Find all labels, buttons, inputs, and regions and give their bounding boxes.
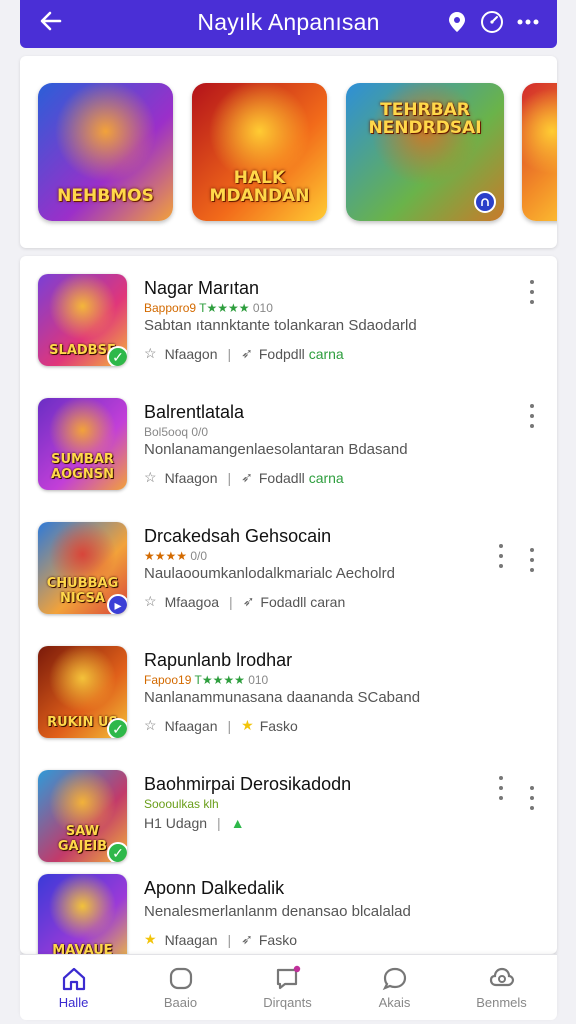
item-menu-icon[interactable] xyxy=(527,404,537,428)
app-icon: SLADBSE ✓ xyxy=(38,274,127,366)
square-icon xyxy=(169,967,193,990)
featured-game-label: HALK MDANDAN xyxy=(209,168,310,206)
nav-item-dirqants[interactable]: Dirqants xyxy=(234,955,341,1021)
item-menu-icon[interactable] xyxy=(527,786,537,810)
app-icon: SAW GAJEIB ✓ xyxy=(38,770,127,862)
clock-icon[interactable] xyxy=(480,10,504,34)
app-description: Nanlanammunasana daananda SCaband xyxy=(144,689,421,706)
nav-item-akais[interactable]: Akais xyxy=(341,955,448,1021)
app-bar: Nayılk Anpanısan xyxy=(20,0,557,48)
app-footer: ☆ Nfaagon | ➶ Fodadll carna xyxy=(144,469,344,486)
check-badge-icon: ✓ xyxy=(107,718,127,738)
app-footer: ★ Nfaagan | ➶ Fasko xyxy=(144,931,297,948)
thumb-icon[interactable]: ➶ xyxy=(243,593,255,610)
featured-game-label: NEHBMOS xyxy=(57,186,154,206)
more-options-icon[interactable] xyxy=(516,10,540,34)
app-name: Nagar Marıtan xyxy=(144,278,260,298)
item-menu-icon[interactable] xyxy=(527,280,537,304)
app-footer: ☆ Nfaagan | ★ Fasko xyxy=(144,717,298,734)
featured-game-tile[interactable]: TEHRBAR NENDRDSAI xyxy=(346,83,504,221)
app-name: Rapunlanb lrodhar xyxy=(144,650,293,670)
info-badge-icon xyxy=(474,191,496,213)
bubble-icon xyxy=(382,967,407,991)
app-name: Drcakedsah Gehsocain xyxy=(144,526,332,546)
app-list: SLADBSE ✓ Nagar Marıtan Bapporo9 T★★★★ 0… xyxy=(20,256,557,954)
app-icon: RUKIN US ✓ xyxy=(38,646,127,738)
list-item[interactable]: CHUBBAG NICSA ▸ Drcakedsah Gehsocain ★★★… xyxy=(20,504,557,628)
star-outline-icon[interactable]: ☆ xyxy=(144,469,157,486)
featured-game-label: TEHRBAR NENDRDSAI xyxy=(368,100,482,138)
list-item[interactable]: SLADBSE ✓ Nagar Marıtan Bapporo9 T★★★★ 0… xyxy=(20,256,557,380)
app-rating: ★★★★ 0/0 xyxy=(144,549,208,563)
featured-game-tile[interactable] xyxy=(522,83,557,221)
thumb-green-icon[interactable]: ▲ xyxy=(231,815,245,831)
list-item[interactable]: RUKIN US ✓ Rapunlanb lrodhar Fapoo19 T★★… xyxy=(20,628,557,752)
star-outline-icon[interactable]: ☆ xyxy=(144,593,157,610)
item-menu-icon[interactable] xyxy=(527,548,537,572)
bottom-nav: Halle Baaio Dirqants Akais Benmels xyxy=(20,954,557,1020)
gear-cloud-icon xyxy=(489,967,515,987)
star-outline-icon[interactable]: ☆ xyxy=(144,717,157,734)
item-menu-icon[interactable] xyxy=(496,776,506,800)
nav-item-benmels[interactable]: Benmels xyxy=(448,955,555,1021)
thumb-icon[interactable]: ➶ xyxy=(241,931,253,948)
thumb-icon[interactable]: ➶ xyxy=(241,469,253,486)
nav-item-home[interactable]: Halle xyxy=(20,955,127,1021)
featured-game-tile[interactable]: NEHBMOS xyxy=(38,83,173,221)
app-footer: ☆ Nfaagon | ➶ Fodpdll carna xyxy=(144,345,344,362)
play-badge-icon: ▸ xyxy=(107,594,127,614)
location-icon[interactable] xyxy=(445,10,469,34)
app-description: Nenalesmerlanlanm denansao blcalalad xyxy=(144,903,411,920)
nav-item-baaio[interactable]: Baaio xyxy=(127,955,234,1021)
app-description: Nonlanamangenlaesolantaran Bdasand xyxy=(144,441,408,458)
app-footer: H1 Udagn | ▲ xyxy=(144,815,245,831)
star-outline-icon[interactable]: ☆ xyxy=(144,345,157,362)
app-rating: Bol5ooq 0/0 xyxy=(144,425,209,439)
app-footer: ☆ Mfaagoa | ➶ Fodadll caran xyxy=(144,593,346,610)
page-title: Nayılk Anpanısan xyxy=(197,9,380,35)
app-name: Balrentlatala xyxy=(144,402,245,422)
thumb-icon[interactable]: ➶ xyxy=(241,345,253,362)
home-icon xyxy=(62,967,86,991)
app-description: Naulaooumkanlodalkmarialc Aecholrd xyxy=(144,565,395,582)
featured-carousel[interactable]: NEHBMOS HALK MDANDAN TEHRBAR NENDRDSAI xyxy=(20,56,557,248)
star-yellow-icon[interactable]: ★ xyxy=(144,931,157,948)
check-badge-icon: ✓ xyxy=(107,346,127,366)
item-menu-icon[interactable] xyxy=(496,544,506,568)
app-icon: SUMBAR AOGNSN xyxy=(38,398,127,490)
app-name: Baohmirpai Derosikadodn xyxy=(144,774,352,794)
list-item[interactable]: MAVAUE Aponn Dalkedalik Nenalesmerlanlan… xyxy=(20,856,557,954)
star-yellow-icon[interactable]: ★ xyxy=(241,717,254,734)
app-description: Sabtan ıtannktante tolankaran Sdaodarld xyxy=(144,317,417,334)
app-icon: MAVAUE xyxy=(38,874,127,954)
app-rating: Soooulkas klh xyxy=(144,797,219,811)
featured-game-tile[interactable]: HALK MDANDAN xyxy=(192,83,327,221)
app-name: Aponn Dalkedalik xyxy=(144,878,285,898)
app-rating: Fapoo19 T★★★★ 010 xyxy=(144,673,269,687)
chat-dot-icon xyxy=(276,965,301,990)
app-icon: CHUBBAG NICSA ▸ xyxy=(38,522,127,614)
list-item[interactable]: SUMBAR AOGNSN Balrentlatala Bol5ooq 0/0 … xyxy=(20,380,557,504)
app-rating: Bapporo9 T★★★★ 010 xyxy=(144,301,273,315)
